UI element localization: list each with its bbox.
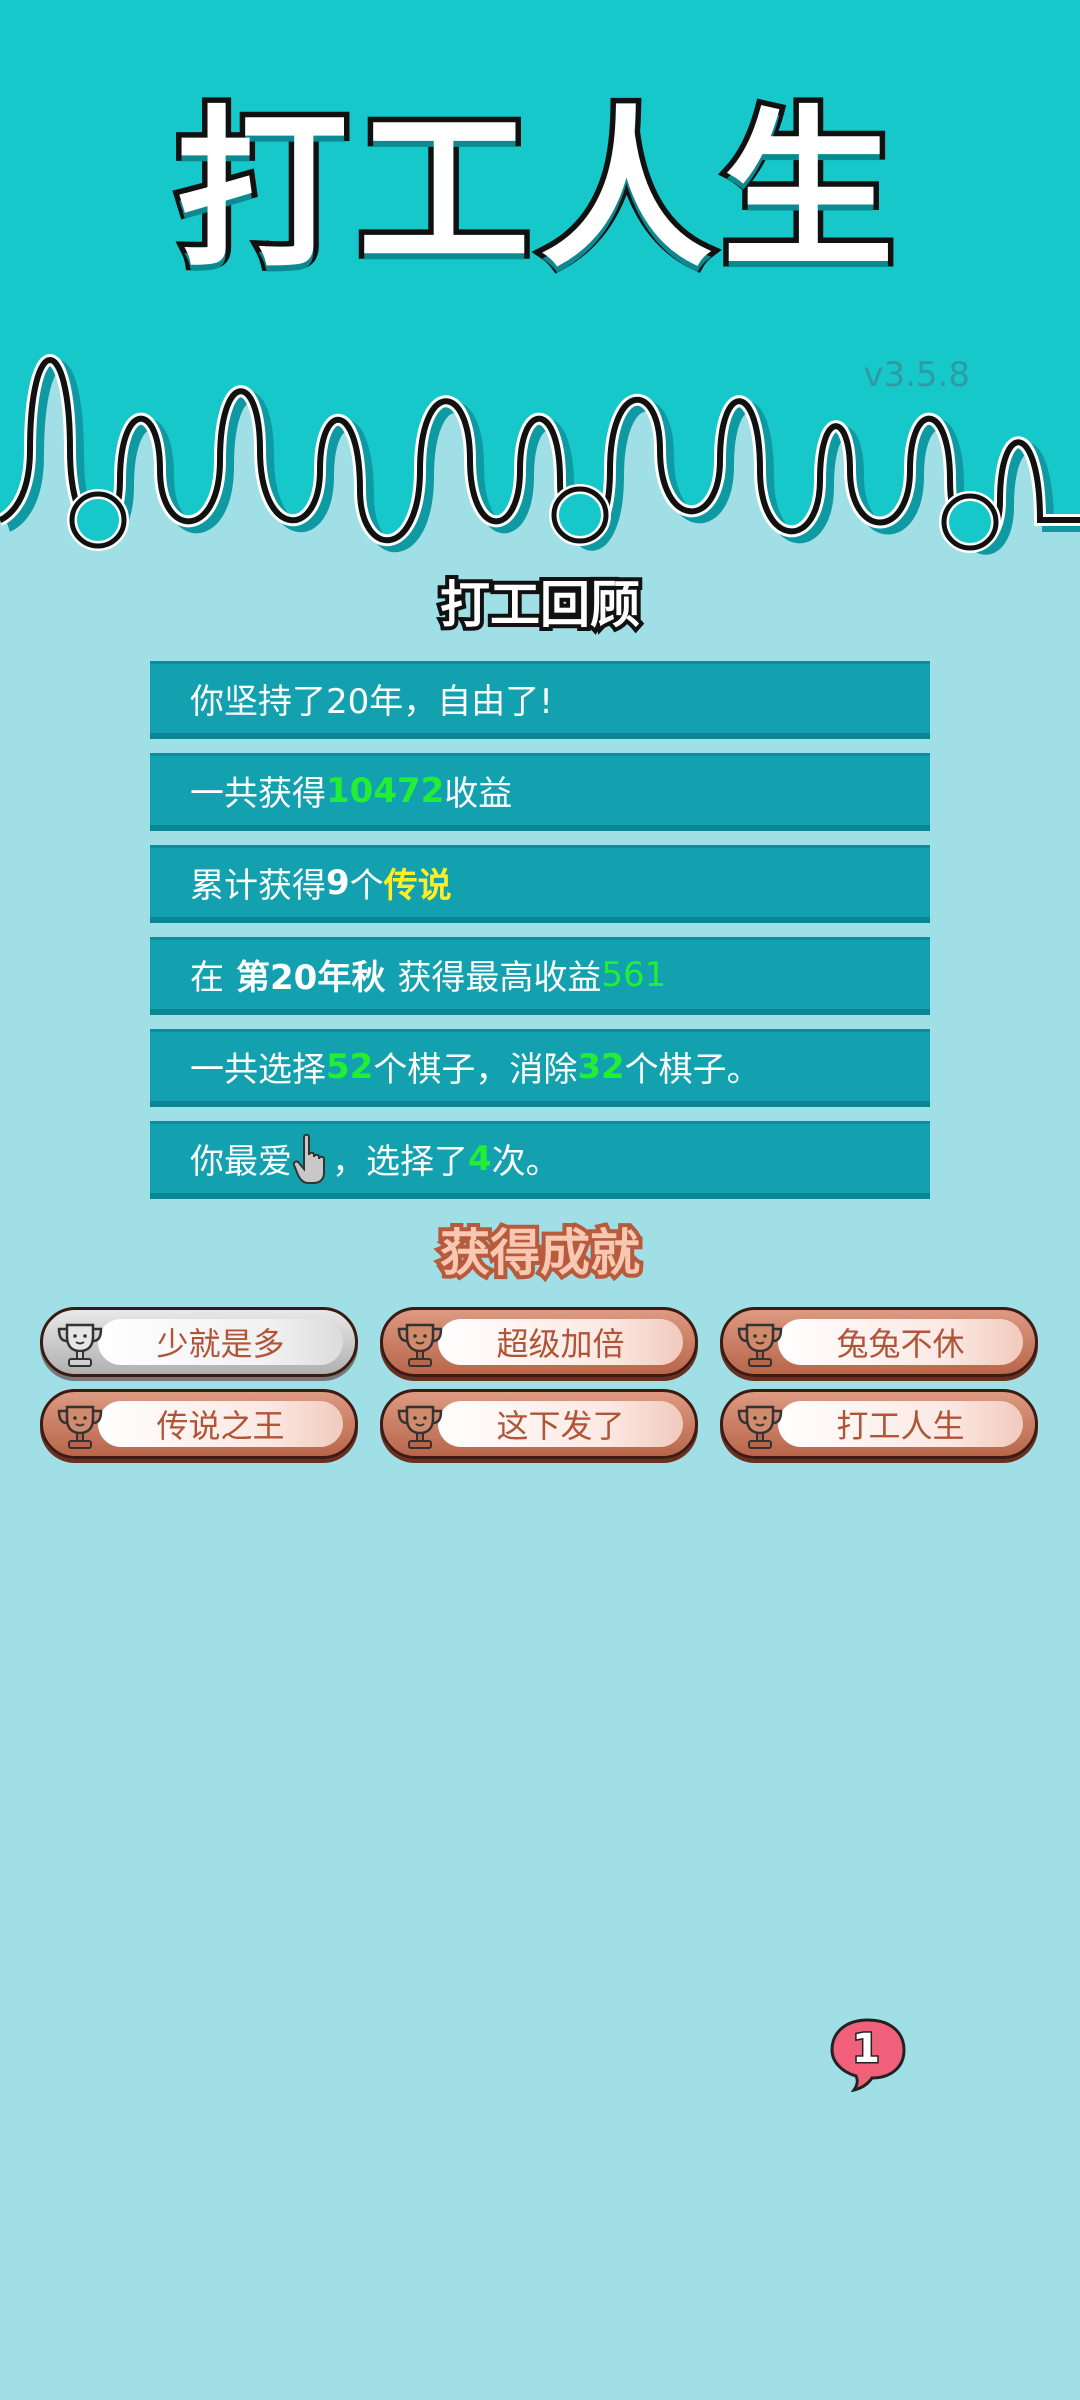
- stat-years-text: 你坚持了20年，自由了!: [190, 682, 553, 722]
- stat-best-pre: 在: [190, 958, 224, 998]
- stat-row-pieces: 一共选择 52 个棋子，消除 32 个棋子。: [150, 1029, 930, 1107]
- stat-favorite-mid: ，选择了: [332, 1142, 468, 1182]
- silver-trophy-icon: [57, 1323, 103, 1367]
- achievement-label: 兔兔不休: [778, 1319, 1023, 1365]
- achievement-label: 少就是多: [98, 1319, 343, 1365]
- achievement-label: 传说之王: [98, 1401, 343, 1447]
- bronze-trophy-icon: [737, 1405, 783, 1449]
- achievement-label: 超级加倍: [438, 1319, 683, 1365]
- stat-row-earnings: 一共获得 10472 收益: [150, 753, 930, 831]
- app-title: 打工人生: [171, 90, 904, 291]
- achievement-badge-5[interactable]: 这下发了: [380, 1389, 698, 1459]
- stat-pieces-chosen: 52: [326, 1046, 374, 1087]
- stat-earnings-post: 收益: [444, 774, 513, 814]
- stat-row-legends: 累计获得 9 个传说: [150, 845, 930, 923]
- achievement-badge-4[interactable]: 传说之王: [40, 1389, 358, 1459]
- achievement-badge-2[interactable]: 超级加倍: [380, 1307, 698, 1377]
- achievements-title: 获得成就: [436, 1224, 644, 1282]
- header-banner: 打工人生 v3.5.8: [0, 0, 1080, 560]
- stat-legends-count: 9: [326, 862, 350, 903]
- stat-row-years: 你坚持了20年，自由了!: [150, 661, 930, 739]
- stat-pieces-removed: 32: [577, 1046, 625, 1087]
- stat-pieces-post: 个棋子。: [624, 1050, 761, 1090]
- stat-best-when: 第20年秋: [236, 958, 386, 998]
- achievement-badge-3[interactable]: 兔兔不休: [720, 1307, 1038, 1377]
- review-stats-list: 你坚持了20年，自由了! 一共获得 10472 收益 累计获得 9 个传说 在第20年秋…: [150, 661, 930, 1213]
- review-title: 打工回顾: [436, 576, 644, 634]
- stat-legends-tag: 传说: [383, 866, 452, 906]
- stat-best-value: 561: [601, 954, 667, 995]
- stat-legends-pre: 累计获得: [190, 866, 326, 906]
- stat-pieces-pre: 一共选择: [190, 1050, 326, 1090]
- bronze-trophy-icon: [737, 1323, 783, 1367]
- bronze-trophy-icon: [57, 1405, 103, 1449]
- achievement-label: 这下发了: [438, 1401, 683, 1447]
- stat-favorite-post: 次。: [491, 1142, 560, 1182]
- achievement-badge-6[interactable]: 打工人生: [720, 1389, 1038, 1459]
- stat-favorite-pre: 你最爱: [190, 1142, 292, 1182]
- achievement-badge-1[interactable]: 少就是多: [40, 1307, 358, 1377]
- stat-favorite-times: 4: [468, 1138, 492, 1179]
- stat-row-favorite: 你最爱 ，选择了 4 次。: [150, 1121, 930, 1199]
- stat-best-mid: 获得最高收益: [397, 958, 602, 998]
- stat-legends-mid: 个: [349, 866, 384, 906]
- achievement-label: 打工人生: [778, 1401, 1023, 1447]
- version-label: v3.5.8: [863, 355, 970, 395]
- bronze-trophy-icon: [397, 1323, 443, 1367]
- notification-count: 1: [851, 2025, 882, 2074]
- stat-pieces-mid: 个棋子，消除: [373, 1050, 578, 1090]
- stat-earnings-pre: 一共获得: [190, 774, 326, 814]
- stat-earnings-value: 10472: [326, 770, 445, 811]
- pointing-hand-icon: [292, 1133, 325, 1184]
- stat-row-best: 在第20年秋 获得最高收益 561: [150, 937, 930, 1015]
- bronze-trophy-icon: [397, 1405, 443, 1449]
